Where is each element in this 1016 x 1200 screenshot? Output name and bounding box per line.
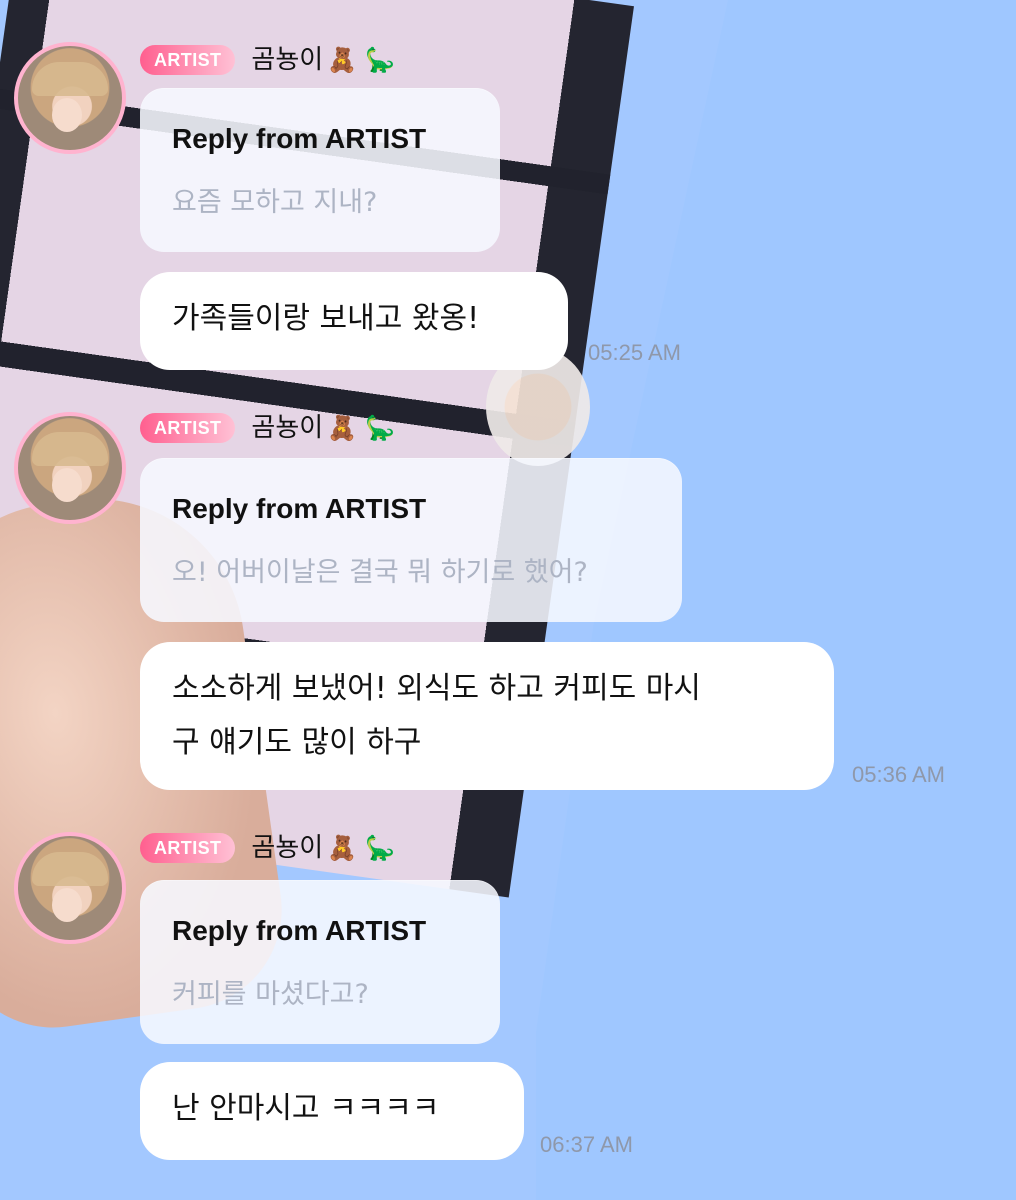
artist-name-text: 곰뇽이	[251, 412, 324, 443]
artist-avatar[interactable]	[14, 412, 126, 524]
dinosaur-icon: 🦕	[365, 46, 395, 75]
dinosaur-icon: 🦕	[365, 834, 395, 863]
artist-avatar[interactable]	[14, 42, 126, 154]
reply-text: 요즘 모하고 지내?	[172, 187, 378, 218]
teddy-bear-icon: 🧸	[327, 46, 358, 75]
artist-name: 곰뇽이 🧸 🦕	[251, 408, 395, 449]
reply-title: Reply from ARTIST	[172, 915, 427, 946]
reply-title: Reply from ARTIST	[172, 123, 427, 154]
message-header: ARTIST 곰뇽이 🧸 🦕	[140, 40, 395, 80]
chat-feed: ARTIST 곰뇽이 🧸 🦕 Reply from ARTIST 요즘 모하고 지내…	[0, 0, 1016, 1200]
artist-name: 곰뇽이 🧸 🦕	[251, 40, 395, 81]
message-time: 06:37 AM	[540, 1132, 633, 1157]
artist-badge: ARTIST	[140, 833, 236, 863]
chat-message[interactable]: 소소하게 보냈어! 외식도 하고 커피도 마시 구 얘기도 많이 하구	[140, 642, 834, 790]
artist-avatar[interactable]	[14, 832, 126, 944]
chat-message[interactable]: 가족들이랑 보내고 왔옹!	[140, 272, 568, 370]
artist-badge: ARTIST	[140, 45, 236, 75]
artist-name-text: 곰뇽이	[251, 44, 324, 75]
dinosaur-icon: 🦕	[365, 414, 395, 443]
reply-title: Reply from ARTIST	[172, 493, 427, 524]
artist-badge: ARTIST	[140, 413, 236, 443]
message-header: ARTIST 곰뇽이 🧸 🦕	[140, 408, 395, 448]
teddy-bear-icon: 🧸	[327, 834, 358, 863]
artist-name-text: 곰뇽이	[251, 832, 324, 863]
message-time: 05:36 AM	[852, 762, 945, 787]
chat-message[interactable]: 난 안마시고 ㅋㅋㅋㅋ	[140, 1062, 524, 1160]
teddy-bear-icon: 🧸	[327, 414, 358, 443]
message-time: 05:25 AM	[588, 340, 681, 365]
reply-card[interactable]: Reply from ARTIST 오! 어버이날은 결국 뭐 하기로 했어?	[140, 458, 682, 622]
reply-card[interactable]: Reply from ARTIST 요즘 모하고 지내?	[140, 88, 500, 252]
artist-name: 곰뇽이 🧸 🦕	[251, 828, 395, 869]
message-header: ARTIST 곰뇽이 🧸 🦕	[140, 828, 395, 868]
reply-text: 커피를 마셨다고?	[172, 979, 369, 1010]
reply-card[interactable]: Reply from ARTIST 커피를 마셨다고?	[140, 880, 500, 1044]
reply-text: 오! 어버이날은 결국 뭐 하기로 했어?	[172, 557, 588, 588]
